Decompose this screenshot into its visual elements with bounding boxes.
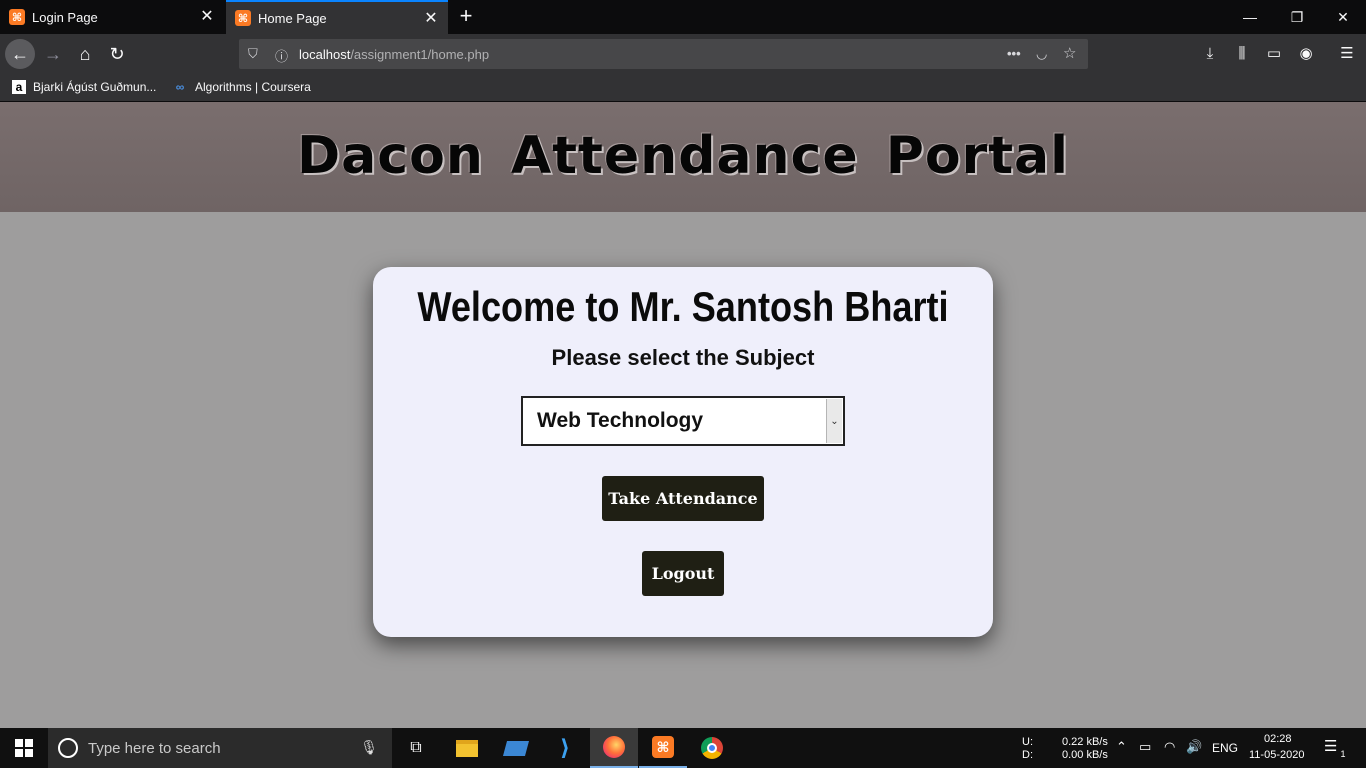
wifi-icon[interactable]: ◠ [1164,739,1175,755]
volume-icon[interactable]: 🔊 [1186,739,1202,755]
start-button[interactable] [0,728,48,768]
firefox-icon[interactable] [590,728,638,768]
window-close-icon[interactable]: ✕ [1334,8,1352,26]
subject-card: Welcome to Mr. Santosh Bharti Please sel… [373,267,993,637]
tab-login-page[interactable]: ⌘ Login Page ✕ [0,0,224,34]
notification-count: 1 [1337,749,1349,759]
cortana-icon [58,738,78,758]
task-view-icon[interactable]: ⧉ [392,728,440,768]
windows-taskbar: Type here to search 🎙 ⧉ ⟩ ⌘ U: D: 0.22 k… [0,728,1366,768]
tab-home-page[interactable]: ⌘ Home Page ✕ [226,0,448,34]
restore-icon[interactable]: ❐ [1288,8,1306,26]
notifications-icon[interactable]: ☰ [1324,737,1337,755]
xampp-icon[interactable]: ⌘ [639,728,687,768]
home-icon[interactable]: ⌂ [70,39,100,69]
minimize-icon[interactable]: — [1241,8,1259,26]
file-explorer-icon[interactable] [443,728,491,768]
page-title: Dacon Attendance Portal [297,126,1069,186]
url-host: localhost [299,47,351,62]
url-path: /assignment1/home.php [350,47,490,62]
xampp-icon: ⌘ [235,10,251,26]
subject-selected-value: Web Technology [537,409,704,432]
account-icon[interactable]: ◉ [1296,44,1316,64]
bookmark-coursera[interactable]: ∞ Algorithms | Coursera [172,80,311,94]
welcome-heading: Welcome to Mr. Santosh Bharti [417,283,949,330]
subject-select[interactable]: Web Technology ⌄ [521,396,845,446]
download-icon[interactable]: ⤓ [1200,44,1220,64]
page-actions-icon[interactable]: ••• [1007,46,1021,61]
windows-icon [15,739,33,757]
url-bar[interactable]: ⛉ ⓘ localhost/assignment1/home.php ••• ◡… [239,39,1088,69]
bookmark-star-icon[interactable]: ☆ [1063,44,1076,62]
menu-icon[interactable]: ☰ [1337,44,1357,64]
amazon-icon: a [12,80,26,94]
tab-title: Home Page [258,10,327,26]
net-down-label: D: [1022,749,1033,761]
forward-arrow-icon[interactable]: → [38,39,68,69]
navigation-bar: ← → ⌂ ↻ ⛉ ⓘ localhost/assignment1/home.p… [0,34,1366,74]
chrome-icon[interactable] [688,728,736,768]
chevron-up-icon[interactable]: ⌃ [1116,739,1127,755]
language-indicator[interactable]: ENG [1212,741,1238,755]
clock-date[interactable]: 11-05-2020 [1249,749,1304,761]
close-icon[interactable]: ✕ [423,11,439,27]
chevron-down-icon[interactable]: ⌄ [826,399,842,443]
reload-icon[interactable]: ↻ [102,39,132,69]
take-attendance-button[interactable]: Take Attendance [602,476,764,521]
library-icon[interactable]: ⫼ [1232,44,1252,64]
close-icon[interactable]: ✕ [199,9,215,25]
xampp-icon: ⌘ [9,9,25,25]
battery-icon[interactable]: ▭ [1139,739,1151,755]
new-tab-icon[interactable]: + [456,5,476,29]
shield-icon[interactable]: ⛉ [248,46,258,62]
header-banner: Dacon Attendance Portal [0,102,1366,212]
net-down-speed: 0.00 kB/s [1062,749,1108,761]
vscode-icon[interactable]: ⟩ [541,728,589,768]
clock-time[interactable]: 02:28 [1264,733,1292,745]
net-up-speed: 0.22 kB/s [1062,736,1108,748]
bookmark-bjarki[interactable]: a Bjarki Ágúst Guðmun... [12,80,156,94]
remote-desktop-icon[interactable] [492,728,540,768]
bookmark-label: Bjarki Ágúst Guðmun... [33,80,157,94]
tab-bar: ⌘ Login Page ✕ ⌘ Home Page ✕ + — ❐ ✕ [0,0,1366,34]
search-placeholder: Type here to search [88,739,221,757]
coursera-icon: ∞ [175,80,185,94]
bookmarks-bar: a Bjarki Ágúst Guðmun... ∞ Algorithms | … [0,74,1366,102]
page-content: Dacon Attendance Portal Welcome to Mr. S… [0,102,1366,728]
pocket-icon[interactable]: ◡ [1036,46,1047,62]
taskbar-search[interactable]: Type here to search 🎙 [48,728,392,768]
microphone-icon[interactable]: 🎙 [360,739,378,756]
back-arrow-icon[interactable]: ← [5,39,35,69]
info-icon[interactable]: ⓘ [275,46,288,65]
bookmark-label: Algorithms | Coursera [195,80,311,94]
tab-title: Login Page [32,9,98,25]
sidebar-icon[interactable]: ▭ [1264,44,1284,64]
subject-prompt: Please select the Subject [551,345,815,370]
logout-button[interactable]: Logout [642,551,724,596]
net-up-label: U: [1022,736,1033,748]
